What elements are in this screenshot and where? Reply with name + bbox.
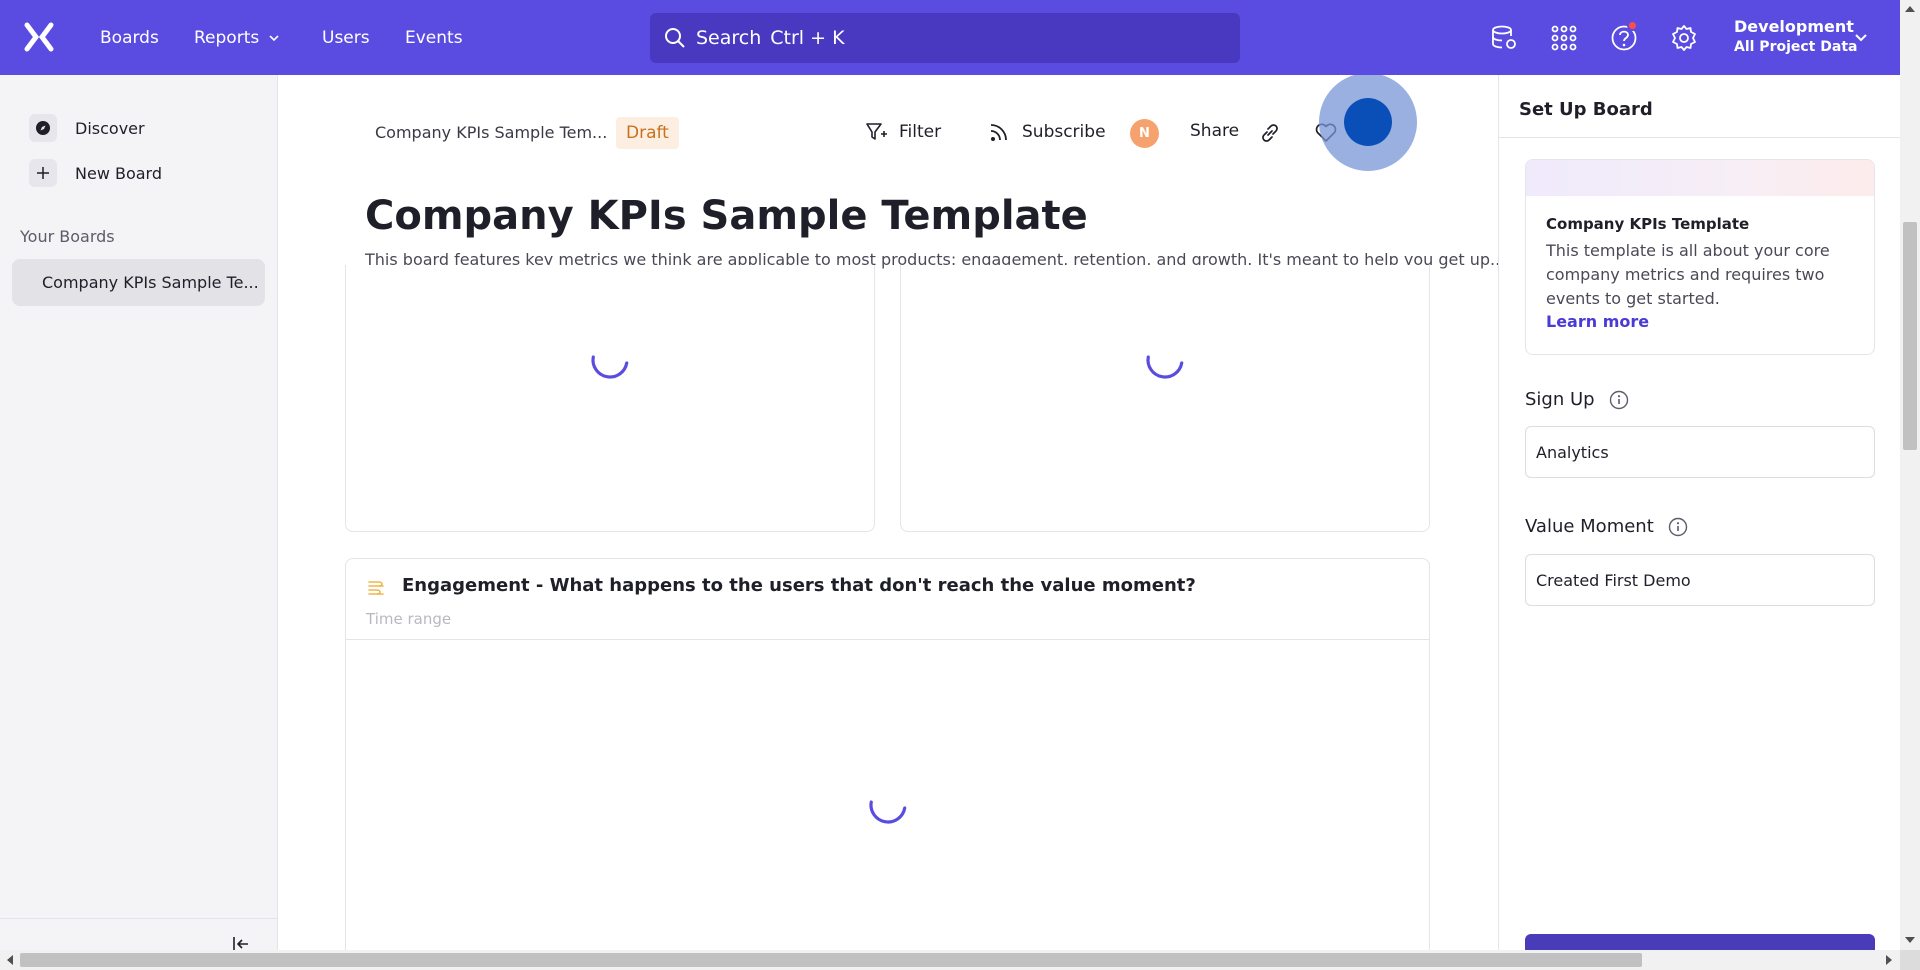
search-label: Search <box>696 27 762 49</box>
sidebar-board-item[interactable]: Company KPIs Sample Te... <box>12 259 265 306</box>
subscribe-label: Subscribe <box>1022 122 1106 142</box>
nav-reports-label: Reports <box>194 27 260 48</box>
info-icon[interactable] <box>1609 390 1629 410</box>
scroll-up-arrow-icon[interactable] <box>1905 6 1915 12</box>
loading-spinner-icon <box>591 355 629 379</box>
sidebar-divider <box>0 918 277 919</box>
scroll-down-arrow-icon[interactable] <box>1905 937 1915 943</box>
sidebar-item-label: Discover <box>75 118 145 138</box>
loading-spinner-icon <box>1146 355 1184 379</box>
report-card[interactable] <box>900 265 1430 532</box>
nav-users[interactable]: Users <box>322 0 370 75</box>
search-icon <box>665 28 685 48</box>
nav-events-label: Events <box>405 27 463 48</box>
template-banner <box>1526 160 1874 196</box>
info-icon[interactable] <box>1668 517 1688 537</box>
gear-icon[interactable] <box>1670 24 1698 52</box>
card-title[interactable]: Engagement - What happens to the users t… <box>402 575 1196 596</box>
share-label: Share <box>1190 121 1240 141</box>
signup-event-field[interactable]: Analytics <box>1525 426 1875 478</box>
setup-board-panel: Set Up Board Company KPIs Template This … <box>1498 75 1900 964</box>
your-boards-heading: Your Boards <box>20 227 115 246</box>
chevron-down-icon[interactable] <box>1854 32 1868 44</box>
scrollbar-corner <box>1900 950 1920 970</box>
learn-more-link[interactable]: Learn more <box>1546 312 1649 331</box>
click-indicator <box>1344 98 1392 146</box>
nav-reports[interactable]: Reports <box>194 0 279 75</box>
signup-label: Sign Up <box>1525 389 1629 410</box>
database-settings-icon[interactable] <box>1490 24 1518 52</box>
filter-button[interactable]: Filter <box>865 121 941 143</box>
link-icon[interactable] <box>1259 122 1281 144</box>
value-moment-label: Value Moment <box>1525 516 1688 537</box>
project-name: Development <box>1734 17 1854 36</box>
sidebar-item-new-board[interactable]: New Board <box>29 159 162 187</box>
project-selector[interactable]: Development All Project Data <box>1734 16 1857 58</box>
scroll-right-arrow-icon[interactable] <box>1886 955 1892 965</box>
vertical-scrollbar-thumb[interactable] <box>1903 222 1917 450</box>
sidebar-item-label: New Board <box>75 163 163 183</box>
template-description: This template is all about your core com… <box>1546 241 1830 308</box>
report-card[interactable] <box>345 265 875 532</box>
template-info-card: Company KPIs Template This template is a… <box>1525 159 1875 355</box>
loading-spinner-icon <box>869 800 907 824</box>
nav-boards[interactable]: Boards <box>100 0 159 75</box>
vertical-scrollbar[interactable] <box>1900 0 1920 950</box>
top-nav: Boards Reports Users Events Search Ctrl … <box>0 0 1900 75</box>
share-button[interactable]: Share <box>1190 121 1239 141</box>
chevron-down-icon <box>269 34 279 41</box>
status-badge: Draft <box>616 117 679 149</box>
template-name: Company KPIs Template <box>1546 215 1750 233</box>
filter-label: Filter <box>899 122 942 142</box>
subscribe-button[interactable]: Subscribe <box>988 121 1106 143</box>
search-shortcut: Ctrl + K <box>770 27 845 49</box>
avatar[interactable]: N <box>1130 119 1159 148</box>
plus-icon <box>29 159 57 187</box>
card-divider <box>346 639 1429 640</box>
search-input[interactable]: Search Ctrl + K <box>650 13 1240 63</box>
nav-users-label: Users <box>322 27 370 48</box>
project-scope: All Project Data <box>1734 39 1858 55</box>
apps-grid-icon[interactable] <box>1550 24 1578 52</box>
sidebar: Discover New Board Your Boards Company K… <box>0 75 278 951</box>
board-main: Company KPIs Sample Tem... Draft Filter … <box>279 75 1498 950</box>
page-title[interactable]: Company KPIs Sample Template <box>365 193 1088 239</box>
nav-boards-label: Boards <box>100 27 159 48</box>
engagement-report-card[interactable]: Engagement - What happens to the users t… <box>345 558 1430 950</box>
panel-title: Set Up Board <box>1519 99 1653 120</box>
breadcrumb[interactable]: Company KPIs Sample Tem... <box>375 123 607 142</box>
panel-divider <box>1499 137 1900 138</box>
value-moment-event-field[interactable]: Created First Demo <box>1525 554 1875 606</box>
value-moment-label-text: Value Moment <box>1525 516 1654 537</box>
nav-events[interactable]: Events <box>405 0 463 75</box>
card-subtitle: Time range <box>366 610 452 628</box>
mixpanel-logo-icon[interactable] <box>24 22 54 52</box>
horizontal-scrollbar-thumb[interactable] <box>20 953 1642 967</box>
notification-dot <box>1627 20 1638 31</box>
flows-report-icon <box>368 581 384 595</box>
filter-plus-icon <box>866 123 887 140</box>
sidebar-item-discover[interactable]: Discover <box>29 114 145 142</box>
compass-icon <box>29 114 57 142</box>
signup-label-text: Sign Up <box>1525 389 1595 410</box>
scroll-left-arrow-icon[interactable] <box>7 955 13 965</box>
rss-icon <box>990 124 1007 141</box>
